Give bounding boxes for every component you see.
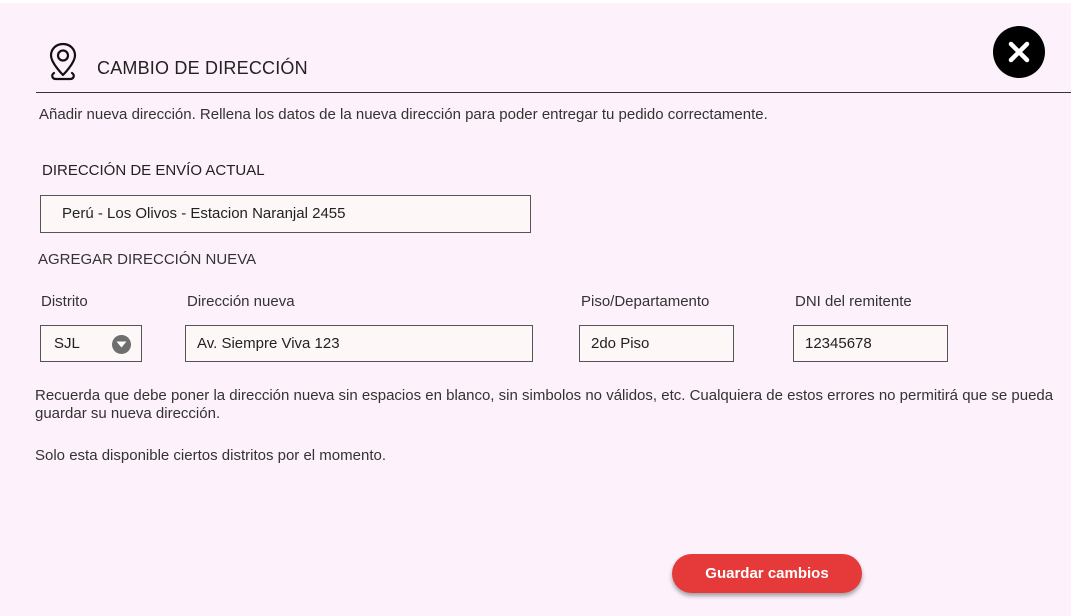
district-select[interactable]: SJL	[40, 325, 142, 362]
current-address-field: Perú - Los Olivos - Estacion Naranjal 24…	[40, 195, 531, 233]
new-address-label: AGREGAR DIRECCIÓN NUEVA	[38, 251, 257, 268]
floor-label: Piso/Departamento	[581, 293, 710, 310]
close-icon	[1008, 41, 1030, 63]
save-button[interactable]: Guardar cambios	[672, 554, 862, 593]
chevron-down-icon[interactable]	[112, 335, 131, 354]
close-button[interactable]	[993, 26, 1045, 78]
warning-note: Recuerda que debe poner la dirección nue…	[35, 387, 1054, 422]
current-address-value: Perú - Los Olivos - Estacion Naranjal 24…	[62, 205, 346, 222]
new-address-input-value: Av. Siempre Viva 123	[197, 335, 340, 352]
intro-text: Añadir nueva dirección. Rellena los dato…	[39, 106, 768, 123]
current-address-label: DIRECCIÓN DE ENVÍO ACTUAL	[42, 162, 265, 179]
floor-input-value: 2do Piso	[591, 335, 650, 352]
map-pin-icon	[48, 41, 78, 83]
district-select-value: SJL	[54, 335, 80, 352]
new-address-input[interactable]: Av. Siempre Viva 123	[185, 325, 533, 362]
dni-label: DNI del remitente	[795, 293, 912, 310]
header-divider	[36, 92, 1071, 93]
dialog-title: CAMBIO DE DIRECCIÓN	[97, 58, 308, 78]
new-address-label: Dirección nueva	[187, 293, 295, 310]
dni-input-value: 12345678	[805, 335, 872, 352]
dni-input[interactable]: 12345678	[793, 325, 948, 362]
district-label: Distrito	[41, 293, 88, 310]
districts-note: Solo esta disponible ciertos distritos p…	[35, 447, 387, 464]
address-change-dialog: CAMBIO DE DIRECCIÓN Añadir nueva direcci…	[0, 3, 1071, 616]
floor-input[interactable]: 2do Piso	[579, 325, 734, 362]
